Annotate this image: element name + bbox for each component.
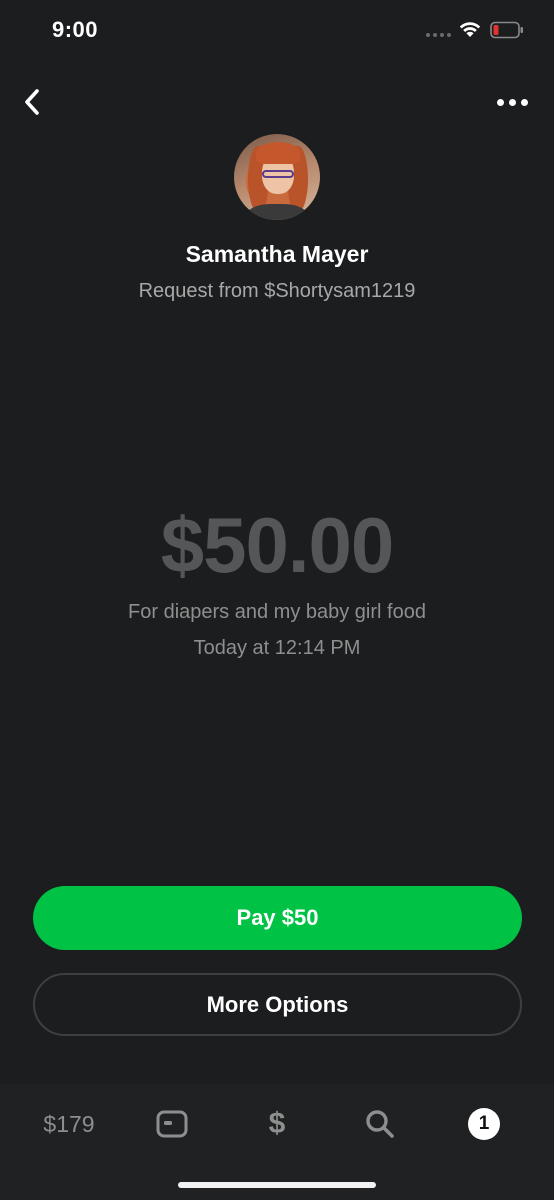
cellular-signal-icon bbox=[426, 33, 451, 37]
ellipsis-icon bbox=[496, 98, 504, 106]
search-icon bbox=[366, 1110, 394, 1138]
more-options-button[interactable]: More Options bbox=[33, 973, 522, 1036]
more-options-menu-button[interactable] bbox=[490, 88, 534, 116]
chevron-left-icon bbox=[25, 89, 39, 115]
home-indicator bbox=[178, 1182, 376, 1188]
tab-search[interactable] bbox=[360, 1104, 400, 1144]
battery-low-icon bbox=[490, 21, 523, 39]
payment-request-screen: 9:00 Samantha Mayer Request from $Shorty bbox=[0, 0, 554, 1200]
request-subtitle: Request from $Shortysam1219 bbox=[138, 280, 416, 302]
request-date: Today at 12:14 PM bbox=[193, 637, 361, 659]
tab-card[interactable] bbox=[152, 1104, 192, 1144]
wifi-icon bbox=[459, 22, 481, 37]
avatar bbox=[234, 134, 320, 220]
card-icon bbox=[156, 1110, 188, 1138]
tab-balance[interactable]: $179 bbox=[26, 1104, 112, 1144]
status-bar: 9:00 bbox=[0, 0, 554, 60]
tab-pay[interactable]: $ bbox=[258, 1104, 296, 1144]
tab-activity[interactable]: 1 bbox=[462, 1104, 506, 1144]
contact-name: Samantha Mayer bbox=[185, 241, 369, 267]
pay-button[interactable]: Pay $50 bbox=[33, 886, 522, 950]
status-time: 9:00 bbox=[52, 17, 99, 42]
activity-badge: 1 bbox=[468, 1108, 500, 1140]
request-amount: $50.00 bbox=[160, 501, 395, 589]
request-note: For diapers and my baby girl food bbox=[128, 601, 426, 623]
back-button[interactable] bbox=[16, 84, 48, 120]
